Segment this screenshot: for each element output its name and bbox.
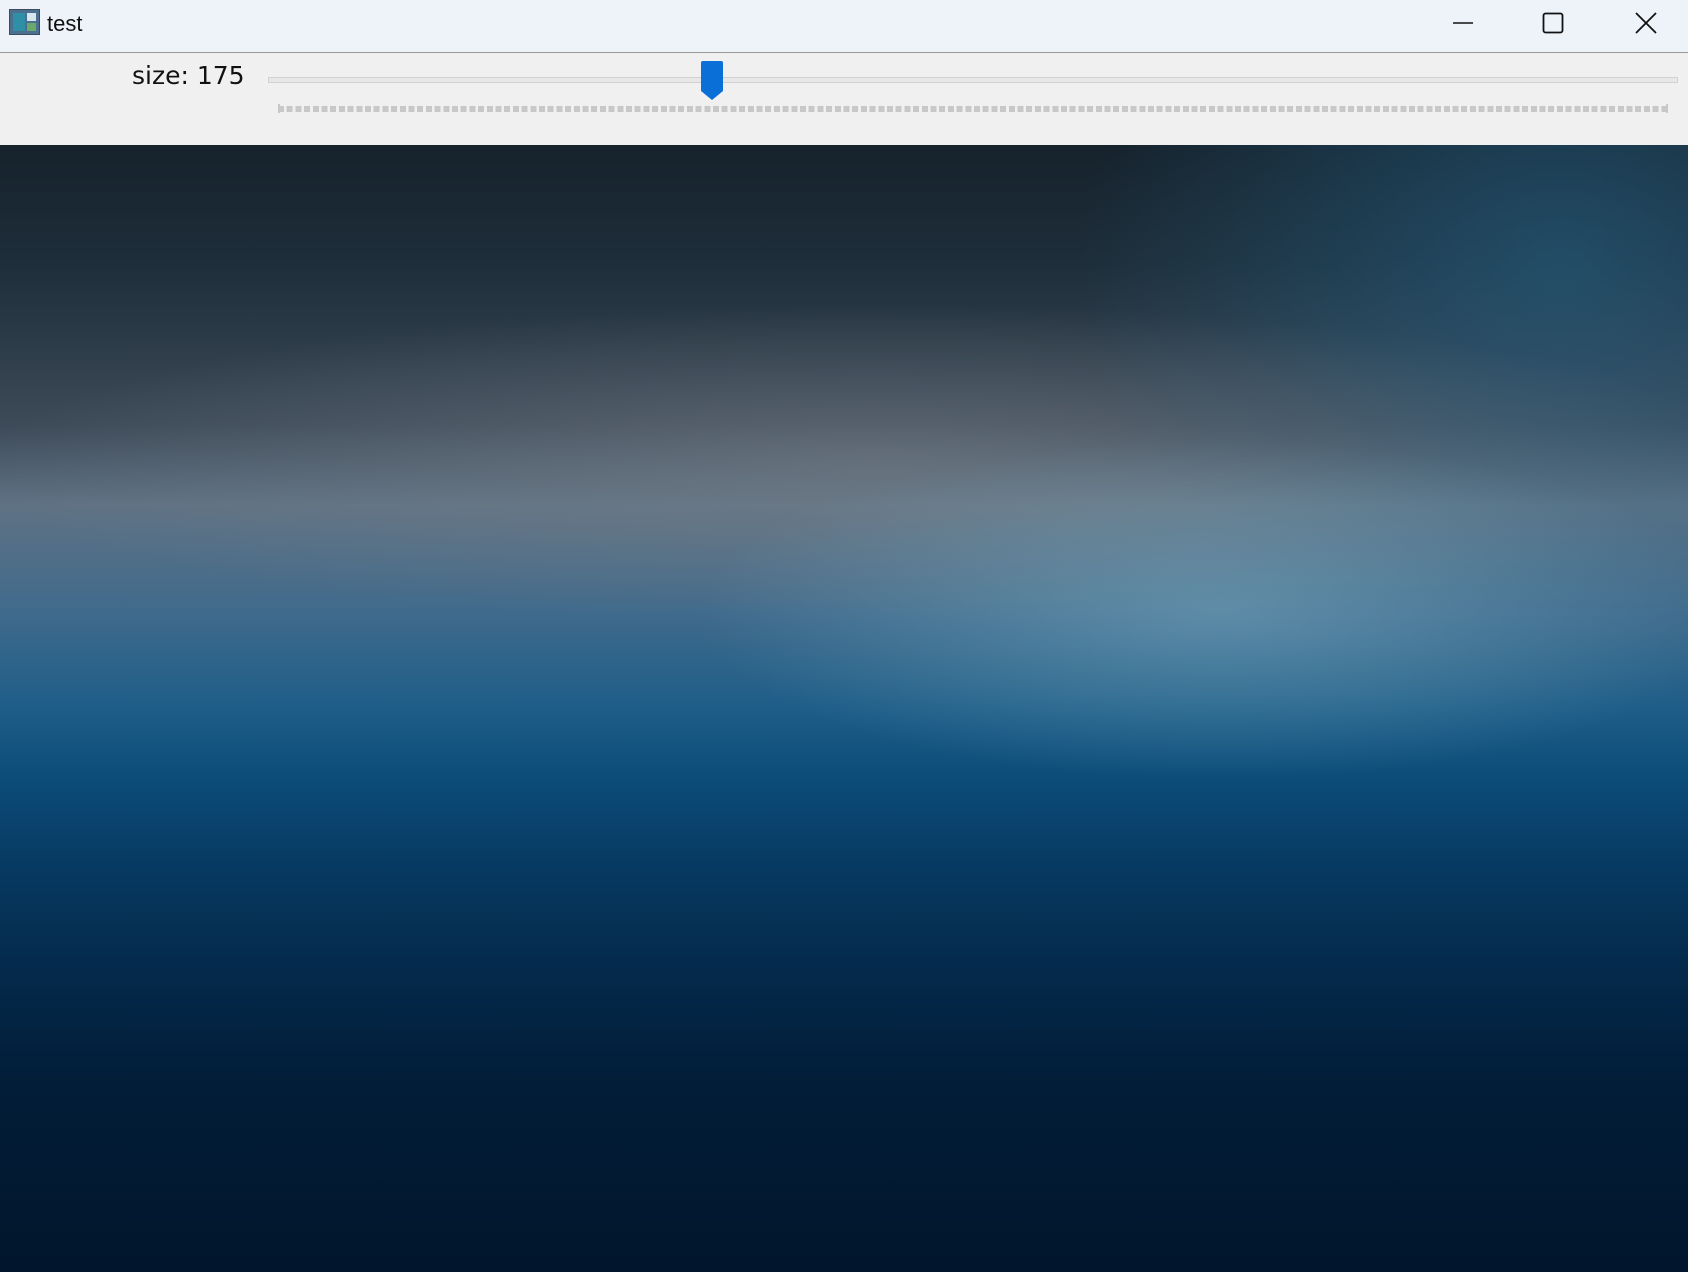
- slider-ticks: [278, 106, 1666, 112]
- app-window-icon: [9, 9, 40, 35]
- maximize-icon: [1542, 12, 1564, 34]
- slider-track[interactable]: [268, 77, 1678, 83]
- maximize-button[interactable]: [1507, 0, 1599, 46]
- slider-thumb-shape: [701, 61, 724, 100]
- minimize-button[interactable]: [1417, 0, 1509, 46]
- slider-tick-start: [278, 104, 280, 113]
- size-toolbar: size: 175: [0, 53, 1688, 145]
- size-label: size: 175: [132, 61, 245, 90]
- window-title: test: [47, 11, 83, 36]
- minimize-icon: [1453, 22, 1473, 24]
- size-slider[interactable]: [268, 61, 1678, 133]
- close-icon: [1635, 12, 1657, 34]
- app-window: test size: 175: [0, 0, 1688, 1272]
- title-bar[interactable]: test: [0, 0, 1688, 53]
- slider-thumb[interactable]: [701, 61, 724, 101]
- slider-tick-end: [1666, 104, 1668, 113]
- background-image: [0, 145, 1688, 1272]
- close-button[interactable]: [1600, 0, 1688, 46]
